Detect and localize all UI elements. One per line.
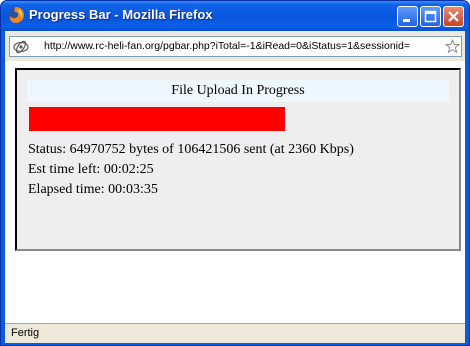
minimize-button[interactable] <box>397 6 418 27</box>
status-bar: Fertig <box>5 323 465 343</box>
site-identity-icon[interactable] <box>13 39 29 55</box>
upload-progress-panel: File Upload In Progress Status: 64970752… <box>15 68 461 251</box>
browser-window: Progress Bar - Mozilla Firefox http://ww… <box>0 0 470 346</box>
address-field[interactable]: http://www.rc-heli-fan.org/pgbar.php?iTo… <box>9 36 462 57</box>
address-toolbar: http://www.rc-heli-fan.org/pgbar.php?iTo… <box>5 31 465 61</box>
upload-heading: File Upload In Progress <box>27 80 449 102</box>
maximize-button[interactable] <box>420 6 441 27</box>
status-bar-text: Fertig <box>11 327 40 339</box>
page-viewport: File Upload In Progress Status: 64970752… <box>5 61 465 323</box>
progress-bar <box>29 107 449 131</box>
firefox-icon <box>7 6 25 24</box>
est-time-left: Est time left: 00:02:25 <box>28 162 154 177</box>
elapsed-time: Elapsed time: 00:03:35 <box>28 182 158 197</box>
close-icon <box>448 11 459 22</box>
window-content: http://www.rc-heli-fan.org/pgbar.php?iTo… <box>5 31 465 343</box>
minimize-icon <box>403 19 410 22</box>
url-text[interactable]: http://www.rc-heli-fan.org/pgbar.php?iTo… <box>44 40 444 52</box>
maximize-icon <box>424 10 437 23</box>
title-bar[interactable]: Progress Bar - Mozilla Firefox <box>1 1 469 31</box>
status-line: Status: 64970752 bytes of 106421506 sent… <box>28 142 354 157</box>
close-button[interactable] <box>443 6 464 27</box>
window-title: Progress Bar - Mozilla Firefox <box>29 7 213 22</box>
progress-bar-fill <box>29 107 285 131</box>
bookmark-star-icon[interactable] <box>444 38 461 54</box>
